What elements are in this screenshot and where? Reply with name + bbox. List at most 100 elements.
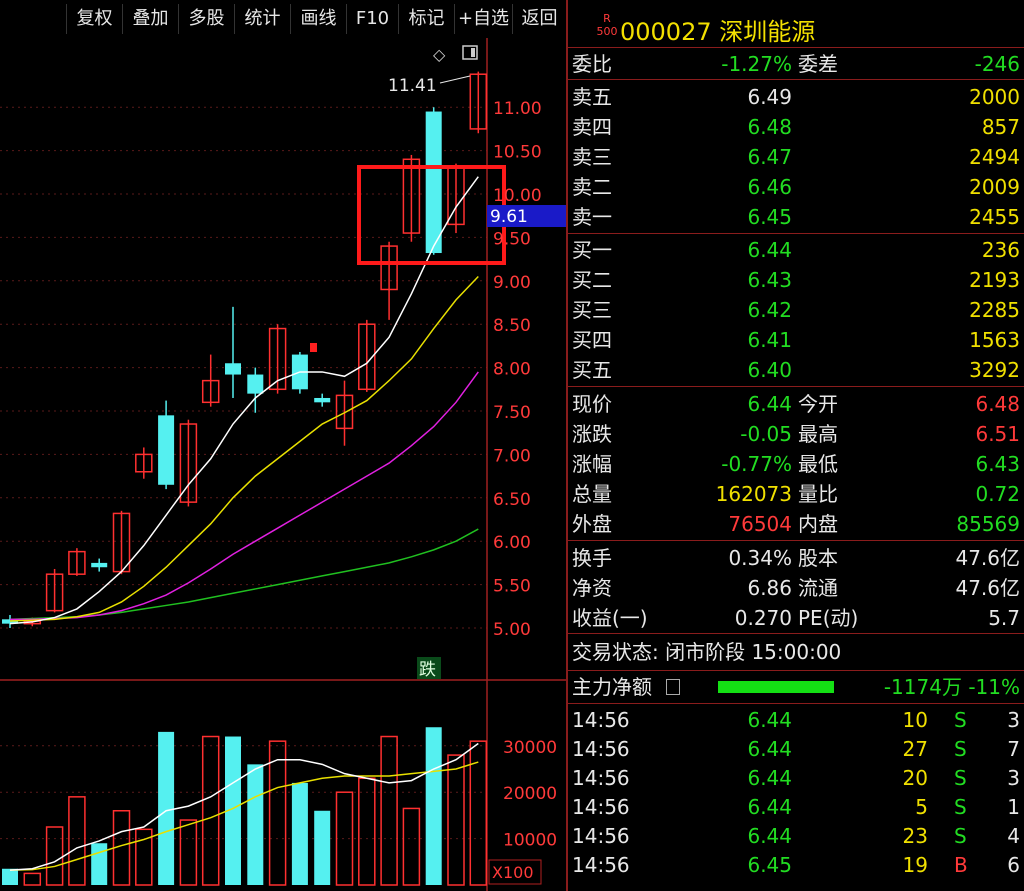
weicha-value: -246 (974, 52, 1020, 76)
bid-price: 6.43 (747, 268, 792, 292)
stat-label: 外盘 (572, 512, 612, 536)
volume-bar (247, 764, 264, 885)
info-value: 47.6亿 (955, 576, 1020, 600)
tick-time: 14:56 (572, 853, 630, 877)
quote-panel: R 500 000027 深圳能源 委比 -1.27% 委差 -246 卖五 6.… (566, 0, 1024, 891)
price-tick-label: 9.50 (493, 229, 531, 249)
tick-price: 6.45 (747, 853, 792, 877)
stat-value: 0.72 (975, 482, 1020, 506)
bid-price: 6.40 (747, 358, 792, 382)
tick-row[interactable]: 14:56 6.44 5 S 1 (568, 792, 1024, 822)
bid-row[interactable]: 买二 6.43 2193 (568, 265, 1024, 295)
kline-chart-area[interactable]: 复权 叠加 多股 统计 画线 F10 标记 +自选 返回 11.00 10.50 1… (0, 0, 566, 891)
tick-row[interactable]: 14:56 6.44 27 S 7 (568, 734, 1024, 764)
tick-volume: 27 (902, 737, 928, 761)
ask-label: 卖一 (572, 205, 612, 229)
bid-row[interactable]: 买一 6.44 236 (568, 235, 1024, 265)
ma5-line (9, 176, 479, 625)
volume-tick-label: 10000 (503, 831, 557, 851)
main-flow-value: -1174万 -11% (883, 675, 1020, 699)
info-label: 净资 (572, 576, 612, 600)
stat-value: 6.44 (747, 392, 792, 416)
stat-row[interactable]: 现价 6.44 今开 6.48 (568, 389, 1024, 419)
weibi-label: 委比 (572, 52, 612, 76)
list-icon[interactable] (666, 679, 680, 695)
price-tick-label: 7.00 (493, 446, 531, 466)
info-row[interactable]: 收益(一) 0.270 PE(动) 5.7 (568, 603, 1024, 633)
ask-price: 6.47 (747, 145, 792, 169)
tick-price: 6.44 (747, 708, 792, 732)
info-value: 47.6亿 (955, 546, 1020, 570)
stat-row[interactable]: 涨跌 -0.05 最高 6.51 (568, 419, 1024, 449)
price-tick-label: 5.00 (493, 620, 531, 640)
kline-svg: 11.00 10.50 10.00 9.50 9.00 8.50 8.00 7.50 7.00 6… (0, 38, 566, 891)
ask-row[interactable]: 卖四 6.48 857 (568, 112, 1024, 142)
volume-bar (402, 807, 421, 886)
price-tick-label: 7.50 (493, 403, 531, 423)
ask-row[interactable]: 卖五 6.49 2000 (568, 82, 1024, 112)
stat-row[interactable]: 涨幅 -0.77% 最低 6.43 (568, 449, 1024, 479)
volume-bar (425, 727, 442, 885)
price-tick-label: 6.00 (493, 533, 531, 553)
ask-row[interactable]: 卖二 6.46 2009 (568, 172, 1024, 202)
info-value: 0.34% (728, 546, 792, 570)
price-tick-label: 8.50 (493, 316, 531, 336)
tick-count: 3 (1007, 708, 1020, 732)
main-flow-bar (718, 681, 834, 693)
ask-label: 卖三 (572, 145, 612, 169)
stat-value: 6.48 (975, 392, 1020, 416)
r500-badge-number: 500 (596, 25, 618, 38)
bid-row[interactable]: 买五 6.40 3292 (568, 355, 1024, 385)
volume-unit-label: X100 (492, 863, 534, 882)
info-row[interactable]: 净资 6.86 流通 47.6亿 (568, 573, 1024, 603)
bid-label: 买四 (572, 328, 612, 352)
stat-value: 162073 (715, 482, 792, 506)
ask-row[interactable]: 卖三 6.47 2494 (568, 142, 1024, 172)
stock-title[interactable]: 000027 深圳能源 (620, 12, 815, 47)
volume-bar (358, 777, 376, 886)
price-tick-label: 10.00 (493, 186, 542, 206)
bid-volume: 2193 (969, 268, 1020, 292)
commission-ratio-row: 委比 -1.27% 委差 -246 (568, 49, 1024, 79)
tick-row[interactable]: 14:56 6.44 23 S 4 (568, 821, 1024, 851)
trade-status: 交易状态: 闭市阶段 15:00:00 (572, 640, 842, 664)
tick-row[interactable]: 14:56 6.44 20 S 3 (568, 763, 1024, 793)
ask-label: 卖五 (572, 85, 612, 109)
tick-side: S (954, 708, 967, 732)
bid-volume: 2285 (969, 298, 1020, 322)
stat-label: 内盘 (798, 512, 838, 536)
tick-time: 14:56 (572, 737, 630, 761)
stat-label: 量比 (798, 482, 838, 506)
vol-ma5-line (9, 742, 479, 871)
stat-value: -0.05 (740, 422, 792, 446)
bid-label: 买五 (572, 358, 612, 382)
volume-bar (68, 796, 86, 886)
bid-label: 买二 (572, 268, 612, 292)
tick-volume: 23 (902, 824, 928, 848)
ask-volume: 2494 (969, 145, 1020, 169)
info-label: 换手 (572, 546, 612, 570)
tick-price: 6.44 (747, 737, 792, 761)
tick-time: 14:56 (572, 766, 630, 790)
bid-row[interactable]: 买四 6.41 1563 (568, 325, 1024, 355)
bid-price: 6.41 (747, 328, 792, 352)
stat-row[interactable]: 外盘 76504 内盘 85569 (568, 509, 1024, 539)
price-tick-label: 8.00 (493, 360, 531, 380)
diamond-icon[interactable]: ◇ (433, 45, 446, 64)
tick-side: S (954, 766, 967, 790)
main-flow-label: 主力净额 (572, 675, 652, 699)
tick-row[interactable]: 14:56 6.45 19 B 6 (568, 850, 1024, 880)
info-value: 6.86 (747, 576, 792, 600)
volume-bar (291, 782, 308, 885)
stat-row[interactable]: 总量 162073 量比 0.72 (568, 479, 1024, 509)
ask-row[interactable]: 卖一 6.45 2455 (568, 202, 1024, 232)
candle-down (158, 415, 175, 485)
ask-price: 6.46 (747, 175, 792, 199)
info-row[interactable]: 换手 0.34% 股本 47.6亿 (568, 543, 1024, 573)
tick-row[interactable]: 14:56 6.44 10 S 3 (568, 705, 1024, 735)
stat-value: 85569 (956, 512, 1020, 536)
tick-price: 6.44 (747, 795, 792, 819)
bid-volume: 236 (981, 238, 1020, 262)
volume-tick-label: 20000 (503, 784, 557, 804)
bid-row[interactable]: 买三 6.42 2285 (568, 295, 1024, 325)
